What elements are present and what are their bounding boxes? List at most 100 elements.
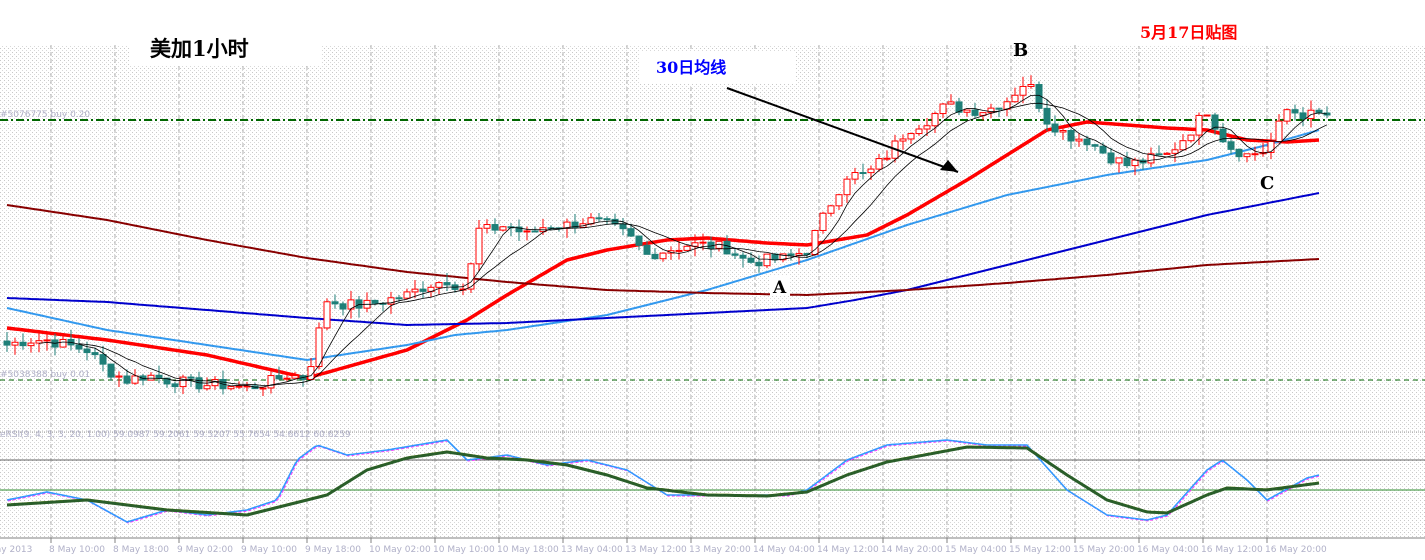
candle-down <box>619 223 627 230</box>
candle-up <box>1011 94 1019 103</box>
date-label: 5月17日贴图 <box>1140 23 1237 42</box>
tick-label: 9 May 18:00 <box>305 545 361 555</box>
candle-up <box>963 109 971 113</box>
candle-up <box>59 338 67 348</box>
candle-up <box>227 386 235 390</box>
indicator-label: eRSI(9, 4, 3, 3, 20, 1.00) 59.0987 59.20… <box>0 430 351 440</box>
candle-down <box>651 253 659 260</box>
candle-down <box>395 297 403 300</box>
candle-up <box>931 113 939 127</box>
candle-up <box>875 158 883 170</box>
candle-up <box>915 128 923 135</box>
tick-label: 15 May 12:00 <box>1009 545 1071 555</box>
candle-up <box>1115 157 1123 164</box>
tick-label: 13 May 04:00 <box>561 545 623 555</box>
candle-up <box>1195 114 1203 136</box>
candle-up <box>11 341 19 346</box>
candle-up <box>27 342 35 347</box>
candle-up <box>947 101 955 105</box>
candle-down <box>123 375 131 384</box>
candle-up <box>675 249 683 252</box>
candle-up <box>907 133 915 140</box>
candle-down <box>491 224 499 231</box>
candle-down <box>971 109 979 116</box>
candle-down <box>1083 138 1091 146</box>
candle-down <box>75 344 83 350</box>
candle-down <box>771 253 779 261</box>
candle-up <box>827 205 835 214</box>
candle-up <box>1275 120 1283 143</box>
tick-label: 8 May 18:00 <box>113 545 169 555</box>
tick-label: 14 May 20:00 <box>881 545 943 555</box>
candle-up <box>323 301 331 329</box>
tick-label: 8 May 10:00 <box>49 545 105 555</box>
candle-up <box>499 226 507 231</box>
chart-title: 美加1小时 <box>150 36 249 61</box>
candle-up <box>1131 159 1139 167</box>
candle-up <box>147 374 155 381</box>
tick-label: 14 May 12:00 <box>817 545 879 555</box>
candle-up <box>131 375 139 384</box>
candle-down <box>1155 153 1163 156</box>
candle-down <box>171 383 179 388</box>
candle-up <box>1171 149 1179 154</box>
tick-label: 16 May 20:00 <box>1265 545 1327 555</box>
candle-down <box>627 228 635 237</box>
candle-up <box>291 375 299 379</box>
candle-down <box>1099 145 1107 154</box>
candle-up <box>835 194 843 207</box>
candle-up <box>1163 152 1171 155</box>
candle-down <box>603 218 611 221</box>
candle-down <box>1107 152 1115 164</box>
candle-down <box>107 363 115 378</box>
candle-up <box>1187 134 1195 142</box>
candle-up <box>899 138 907 142</box>
tick-label: May 2013 <box>0 545 32 555</box>
candle-down <box>859 172 867 175</box>
candle-up <box>699 241 707 244</box>
candle-down <box>1123 157 1131 167</box>
tick-label: 15 May 20:00 <box>1073 545 1135 555</box>
candle-up <box>851 172 859 180</box>
candle-up <box>475 227 483 265</box>
candle-up <box>179 376 187 388</box>
tick-label: 15 May 04:00 <box>945 545 1007 555</box>
candle-up <box>1019 85 1027 96</box>
candle-up <box>1267 141 1275 153</box>
candle-up <box>483 224 491 229</box>
time-axis: May 2013 8 May 10:00 8 May 18:00 9 May 02:0… <box>0 538 1327 555</box>
tick-label: 9 May 10:00 <box>241 545 297 555</box>
candle-up <box>867 168 875 174</box>
candle-down <box>355 299 363 309</box>
candle-up <box>259 387 267 390</box>
candle-up <box>235 385 243 388</box>
candle-down <box>155 374 163 379</box>
order-label: #5038388 buy 0.01 <box>0 370 90 380</box>
candle-down <box>1219 128 1227 143</box>
candle-up <box>435 282 443 288</box>
tick-label: 14 May 04:00 <box>753 545 815 555</box>
candle-down <box>747 257 755 263</box>
candle-down <box>99 354 107 365</box>
candle-up <box>403 291 411 299</box>
candle-down <box>1043 107 1051 125</box>
candle-down <box>755 261 763 267</box>
candle-up <box>939 103 947 115</box>
candle-up <box>923 125 931 130</box>
tick-label: 10 May 18:00 <box>497 545 559 555</box>
candle-down <box>1235 148 1243 158</box>
candle-down <box>611 218 619 225</box>
candle-up <box>1203 114 1211 117</box>
candle-up <box>1251 153 1259 156</box>
tick-label: 9 May 02:00 <box>177 545 233 555</box>
tick-label: 10 May 10:00 <box>433 545 495 555</box>
candle-up <box>1179 140 1187 151</box>
point-b-label: B <box>1013 40 1028 61</box>
candle-down <box>787 253 795 256</box>
candle-up <box>843 178 851 196</box>
candle-down <box>531 230 539 233</box>
candle-down <box>595 217 603 220</box>
price-chart[interactable]: #5076775 buy 0.20 #5038388 buy 0.01 eRSI(… <box>0 0 1425 560</box>
candle-down <box>1227 141 1235 150</box>
point-a-label: A <box>772 278 787 298</box>
